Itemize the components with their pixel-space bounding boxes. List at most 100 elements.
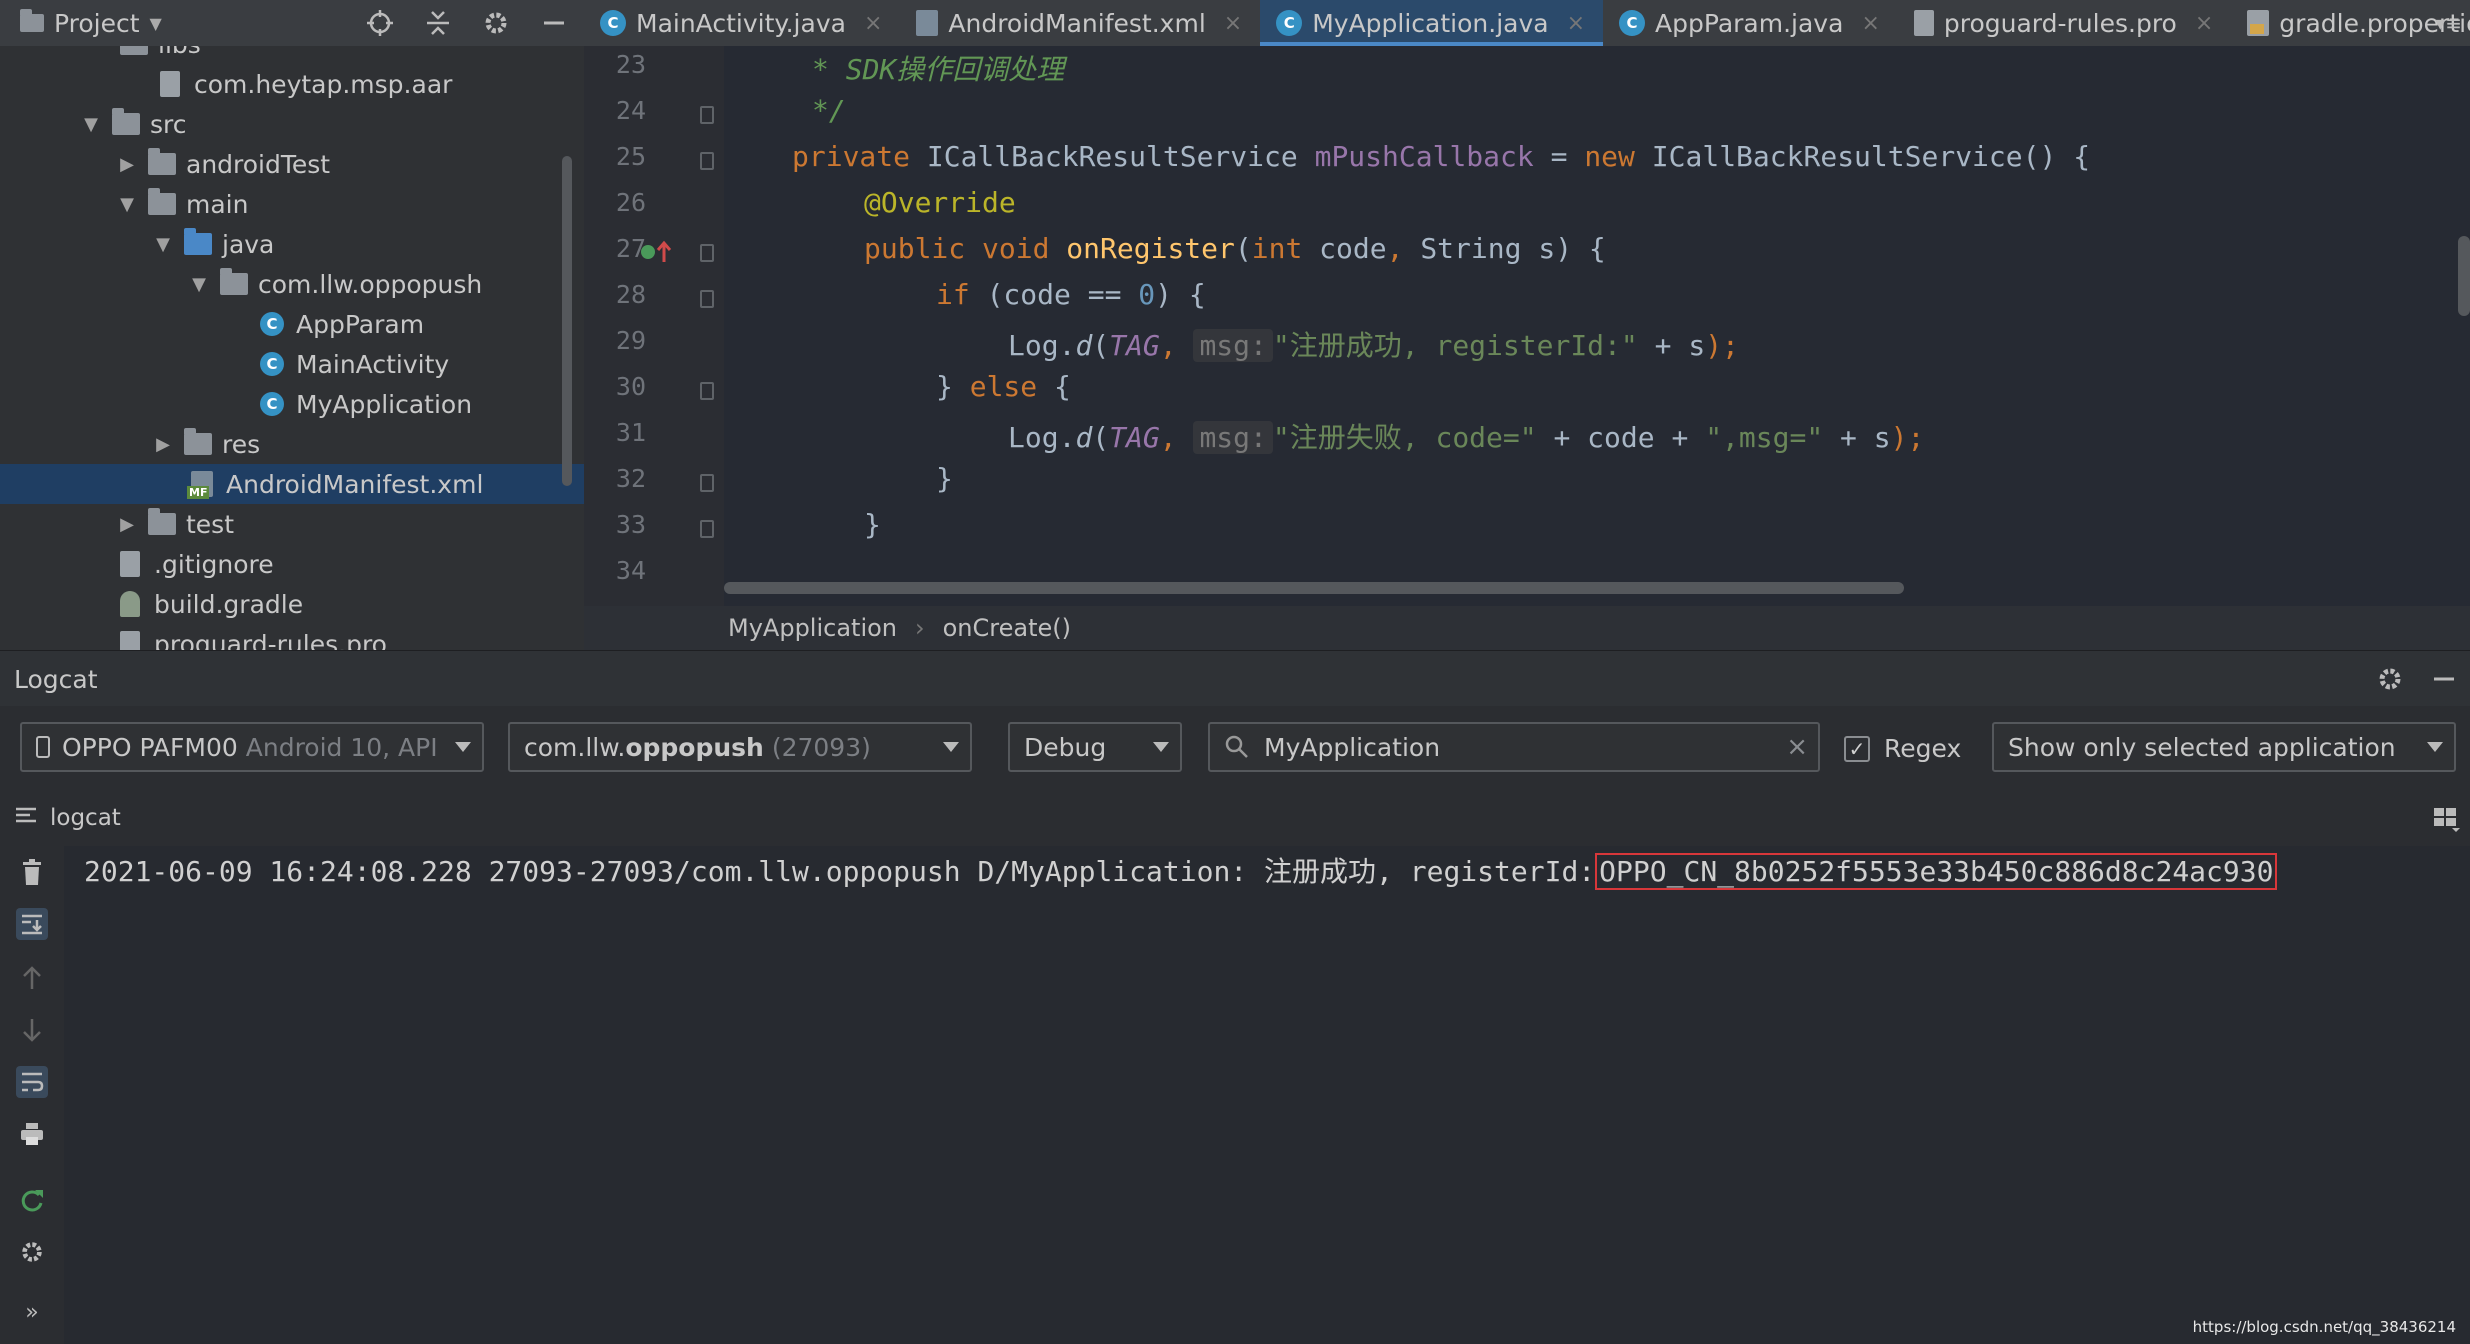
expanded-arrow-icon[interactable]: ▼ <box>116 194 138 215</box>
collapse-all-icon[interactable] <box>422 7 454 39</box>
arrow-down-icon[interactable] <box>16 1014 48 1046</box>
minimize-icon[interactable] <box>538 7 570 39</box>
watermark: https://blog.csdn.net/qq_38436214 <box>2192 1318 2456 1336</box>
line-number: 25 <box>615 142 646 171</box>
trash-icon[interactable] <box>16 856 48 888</box>
layout-options-icon[interactable] <box>2432 804 2460 836</box>
java-class-icon: C <box>1276 10 1303 36</box>
project-folder-icon <box>20 9 44 32</box>
tree-item-test[interactable]: ▶ test <box>0 504 584 544</box>
tab-label: proguard-rules.pro <box>1943 8 2177 38</box>
collapsed-arrow-icon[interactable]: ▶ <box>152 434 174 455</box>
line-number: 34 <box>615 556 646 585</box>
breadcrumb-method[interactable]: onCreate() <box>943 614 1071 642</box>
soft-wrap-icon[interactable] <box>16 1066 48 1098</box>
tree-item-label: com.llw.oppopush <box>258 269 483 299</box>
tabs-overflow-menu[interactable]: ▾≡ <box>2435 0 2462 46</box>
tree-item-myapplication[interactable]: C MyApplication <box>0 384 584 424</box>
gitignore-file-icon <box>116 550 144 578</box>
arrow-up-icon[interactable] <box>16 962 48 994</box>
tree-item-label: MainActivity <box>296 349 450 379</box>
close-icon[interactable]: × <box>864 11 882 36</box>
tab-label: MainActivity.java <box>636 8 846 38</box>
tree-item-src[interactable]: ▼ src <box>0 104 584 144</box>
collapsed-arrow-icon[interactable]: ▶ <box>116 154 138 175</box>
tree-item-package[interactable]: ▼ com.llw.oppopush <box>0 264 584 304</box>
fold-marker-icon[interactable] <box>700 106 714 124</box>
tree-item-androidmanifest[interactable]: AndroidManifest.xml <box>0 464 584 504</box>
java-class-icon: C <box>600 10 626 36</box>
logcat-output[interactable]: 2021-06-09 16:24:08.228 27093-27093/com.… <box>64 846 2470 1344</box>
restart-icon[interactable] <box>16 1184 48 1216</box>
tab-myapplication[interactable]: C MyApplication.java × <box>1260 0 1604 46</box>
more-icon[interactable]: » <box>16 1296 48 1328</box>
tab-gradle-properties[interactable]: gradle.properties × <box>2231 0 2470 46</box>
tree-item-res[interactable]: ▶ res <box>0 424 584 464</box>
log-level-selector[interactable]: Debug <box>1008 722 1182 772</box>
breadcrumb: MyApplication › onCreate() <box>584 606 2470 650</box>
gear-icon[interactable] <box>480 7 512 39</box>
fold-marker-icon[interactable] <box>700 382 714 400</box>
close-icon[interactable]: × <box>1224 11 1242 36</box>
tree-item-gitignore[interactable]: .gitignore <box>0 544 584 584</box>
expanded-arrow-icon[interactable]: ▼ <box>152 234 174 255</box>
logcat-toolbar: OPPO PAFM00 Android 10, API com.llw. oppo… <box>0 706 2470 790</box>
locate-file-icon[interactable] <box>364 7 396 39</box>
vertical-scrollbar[interactable] <box>2458 236 2470 316</box>
tree-item-java[interactable]: ▼ java <box>0 224 584 264</box>
tree-item-proguard[interactable]: proguard-rules.pro <box>0 624 584 650</box>
fold-marker-icon[interactable] <box>700 152 714 170</box>
code-line-24: */ <box>812 94 846 127</box>
collapsed-arrow-icon[interactable]: ▶ <box>116 514 138 535</box>
regex-checkbox[interactable]: ✓ <box>1844 736 1870 762</box>
gear-icon[interactable] <box>2374 663 2406 695</box>
tab-androidmanifest[interactable]: AndroidManifest.xml × <box>900 0 1260 46</box>
register-id-highlight: OPPO_CN_8b0252f5553e33b450c886d8c24ac930 <box>1595 853 2278 890</box>
scroll-to-end-icon[interactable] <box>16 908 48 940</box>
tree-item-label: res <box>222 429 261 459</box>
close-icon[interactable]: × <box>2195 11 2213 36</box>
project-view-selector[interactable]: Project ▼ <box>20 9 162 38</box>
tree-item-build-gradle[interactable]: build.gradle <box>0 584 584 624</box>
tree-item-main[interactable]: ▼ main <box>0 184 584 224</box>
fold-marker-icon[interactable] <box>700 244 714 262</box>
logcat-tab[interactable]: logcat <box>14 805 121 831</box>
log-search-input[interactable]: MyApplication × <box>1208 722 1820 772</box>
code-line-30: } else { <box>936 370 1071 403</box>
close-icon[interactable]: × <box>1861 11 1879 36</box>
gear-icon[interactable] <box>16 1236 48 1268</box>
fold-marker-icon[interactable] <box>700 520 714 538</box>
filter-selector[interactable]: Show only selected application <box>1992 722 2456 772</box>
fold-marker-icon[interactable] <box>700 474 714 492</box>
close-icon[interactable]: × <box>1567 11 1585 36</box>
source-folder-icon <box>184 228 212 258</box>
horizontal-scrollbar[interactable] <box>724 582 1904 594</box>
tree-item-label: main <box>186 189 249 219</box>
expanded-arrow-icon[interactable]: ▼ <box>80 114 102 135</box>
tree-item-label: test <box>186 509 235 539</box>
process-selector[interactable]: com.llw. oppopush (27093) <box>508 722 972 772</box>
tab-proguard[interactable]: proguard-rules.pro × <box>1898 0 2231 46</box>
breadcrumb-class[interactable]: MyApplication <box>728 614 897 642</box>
print-icon[interactable] <box>16 1118 48 1150</box>
code-editor[interactable]: 23 24 25 26 27 28 29 30 31 32 33 34 * SD… <box>584 46 2470 650</box>
tab-appparam[interactable]: C AppParam.java × <box>1603 0 1898 46</box>
tree-item-appparam[interactable]: C AppParam <box>0 304 584 344</box>
minimize-icon[interactable] <box>2428 663 2460 695</box>
log-line[interactable]: 2021-06-09 16:24:08.228 27093-27093/com.… <box>84 850 2278 890</box>
tree-item-mainactivity[interactable]: C MainActivity <box>0 344 584 384</box>
expanded-arrow-icon[interactable]: ▼ <box>188 274 210 295</box>
line-number: 26 <box>615 188 646 217</box>
list-icon <box>14 805 38 831</box>
device-selector[interactable]: OPPO PAFM00 Android 10, API <box>20 722 484 772</box>
tree-scrollbar[interactable] <box>562 156 572 486</box>
tree-item-aar[interactable]: com.heytap.msp.aar <box>0 64 584 104</box>
tree-item-libs[interactable]: libs <box>0 46 584 64</box>
code-line-28: if (code == 0) { <box>936 278 1206 311</box>
override-method-icon[interactable] <box>640 240 672 262</box>
java-class-icon: C <box>258 350 286 378</box>
fold-marker-icon[interactable] <box>700 290 714 308</box>
clear-search-icon[interactable]: × <box>1786 724 1808 770</box>
tab-mainactivity[interactable]: C MainActivity.java × <box>584 0 900 46</box>
tree-item-androidtest[interactable]: ▶ androidTest <box>0 144 584 184</box>
